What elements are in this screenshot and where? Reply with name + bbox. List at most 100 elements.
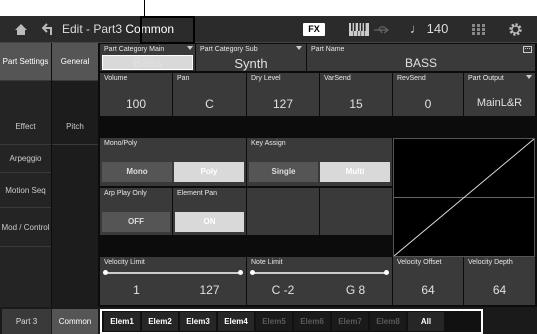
arp-play-only-toggle[interactable]: OFF <box>102 212 170 232</box>
keyboard-icon[interactable] <box>349 23 369 36</box>
tab-elem3[interactable]: Elem3 <box>180 312 216 331</box>
part-category-main-value: Bass <box>133 55 162 70</box>
velocity-curve-graph <box>393 138 535 257</box>
nav-motion-seq[interactable]: Motion Seq <box>0 174 51 208</box>
element-tabs: Elem1 Elem2 Elem3 Elem4 Elem5 Elem6 Elem… <box>100 309 483 334</box>
pan-label: Pan <box>177 75 190 82</box>
nav-main-menu: Part Settings Effect Arpeggio Motion Seq… <box>0 43 51 307</box>
volume-param[interactable]: Volume 100 <box>100 73 172 116</box>
velocity-limit-low-value: 1 <box>133 283 140 297</box>
common-tab-button[interactable]: Common <box>52 309 98 334</box>
common-label: Common <box>125 22 175 36</box>
nav-mod-control[interactable]: Mod / Control <box>0 209 51 247</box>
dry-level-value: 127 <box>272 97 294 111</box>
mono-poly-group: Mono/Poly Mono Poly <box>100 138 246 186</box>
velocity-limit-low-knob[interactable] <box>103 270 108 275</box>
pan-value: C <box>205 97 214 111</box>
nav-general[interactable]: General <box>52 43 98 81</box>
varsend-label: VarSend <box>324 75 351 82</box>
volume-value: 100 <box>125 97 147 111</box>
tab-all[interactable]: All <box>408 312 444 331</box>
tab-elem1[interactable]: Elem1 <box>104 312 140 331</box>
note-limit-high-knob[interactable] <box>384 270 389 275</box>
key-assign-label: Key Assign <box>251 140 286 147</box>
nav-part-settings[interactable]: Part Settings <box>0 43 51 81</box>
arp-play-only-param: Arp Play Only OFF <box>100 188 172 235</box>
bottom-bar: Part 3 Common Elem1 Elem2 Elem3 Elem4 El… <box>0 307 537 334</box>
keyboard-edit-icon <box>523 46 532 53</box>
usb-icon <box>374 26 389 34</box>
note-limit-param[interactable]: Note Limit C -2 G 8 <box>247 257 392 305</box>
velocity-curve-line <box>394 139 534 256</box>
dry-level-param[interactable]: Dry Level 127 <box>247 73 319 116</box>
element-pan-param: Element Pan ON <box>173 188 246 235</box>
callout-line <box>144 0 145 16</box>
nav-arpeggio[interactable]: Arpeggio <box>0 146 51 173</box>
part-name-value: BASS <box>404 56 437 70</box>
dry-level-label: Dry Level <box>251 75 281 82</box>
part-select-button[interactable]: Part 3 <box>2 309 51 334</box>
tab-elem4[interactable]: Elem4 <box>218 312 254 331</box>
revsend-param[interactable]: RevSend 0 <box>393 73 463 116</box>
velocity-limit-slider-track[interactable] <box>104 272 242 274</box>
edit-part-label: Edit - Part3 <box>62 22 123 36</box>
velocity-limit-high-value: 127 <box>199 283 220 297</box>
velocity-offset-value: 64 <box>421 283 435 297</box>
varsend-value: 15 <box>349 97 363 111</box>
synth-screen: Edit - Part3 Common FX ♩ 140 Part Settin… <box>0 16 537 334</box>
part-name-field[interactable]: Part Name BASS <box>307 44 535 71</box>
page-title: Edit - Part3 Common <box>62 22 174 36</box>
part-category-main-field[interactable]: Part Category Main Bass <box>100 44 195 71</box>
nav-effect[interactable]: Effect <box>0 109 51 145</box>
mono-button[interactable]: Mono <box>102 162 172 182</box>
tab-elem7: Elem7 <box>332 312 368 331</box>
grid-icon[interactable] <box>472 24 486 35</box>
tab-elem6: Elem6 <box>294 312 330 331</box>
key-assign-group: Key Assign Single Multi <box>247 138 392 186</box>
tab-elem2[interactable]: Elem2 <box>142 312 178 331</box>
home-icon[interactable] <box>14 23 28 36</box>
chevron-down-icon <box>187 46 193 50</box>
fx-badge[interactable]: FX <box>303 23 325 36</box>
part-category-sub-value: Synth <box>234 56 268 71</box>
part-output-value: MainL&R <box>476 97 523 109</box>
volume-label: Volume <box>104 75 128 82</box>
part-name-label: Part Name <box>311 46 345 53</box>
velocity-limit-label: Velocity Limit <box>104 259 145 266</box>
part-category-sub-field[interactable]: Part Category Sub Synth <box>196 44 306 71</box>
velocity-offset-param[interactable]: Velocity Offset 64 <box>393 257 463 305</box>
nav-pitch[interactable]: Pitch <box>52 109 98 145</box>
part-output-param[interactable]: Part Output MainL&R <box>464 73 535 116</box>
revsend-value: 0 <box>424 97 432 111</box>
velocity-depth-value: 64 <box>492 283 507 297</box>
part-category-main-label: Part Category Main <box>104 46 165 53</box>
tab-elem5: Elem5 <box>256 312 292 331</box>
velocity-depth-label: Velocity Depth <box>468 259 513 266</box>
chevron-down-icon <box>526 75 532 79</box>
tab-elem8: Elem8 <box>370 312 406 331</box>
varsend-param[interactable]: VarSend 15 <box>320 73 392 116</box>
revsend-label: RevSend <box>397 75 426 82</box>
top-bar: Edit - Part3 Common FX ♩ 140 <box>0 16 537 43</box>
poly-button[interactable]: Poly <box>174 162 244 182</box>
empty-cell <box>320 188 392 235</box>
multi-button[interactable]: Multi <box>320 162 390 182</box>
tempo-display[interactable]: ♩ 140 <box>410 21 448 36</box>
element-pan-label: Element Pan <box>177 190 218 197</box>
note-limit-high-value: G 8 <box>345 283 366 297</box>
element-pan-toggle[interactable]: ON <box>175 212 244 232</box>
velocity-depth-param[interactable]: Velocity Depth 64 <box>464 257 535 305</box>
part-category-sub-label: Part Category Sub <box>200 46 258 53</box>
velocity-offset-label: Velocity Offset <box>397 259 442 266</box>
note-limit-low-value: C -2 <box>271 283 295 297</box>
gear-icon[interactable] <box>508 22 523 37</box>
velocity-limit-high-knob[interactable] <box>238 270 243 275</box>
note-limit-low-knob[interactable] <box>250 270 255 275</box>
single-button[interactable]: Single <box>249 162 318 182</box>
note-limit-slider-track[interactable] <box>251 272 388 274</box>
velocity-limit-param[interactable]: Velocity Limit 1 127 <box>100 257 246 305</box>
nav-sub-menu: General Pitch <box>52 43 98 307</box>
pan-param[interactable]: Pan C <box>173 73 246 116</box>
arp-play-only-label: Arp Play Only <box>104 190 147 197</box>
back-arrow-icon[interactable] <box>42 23 56 36</box>
